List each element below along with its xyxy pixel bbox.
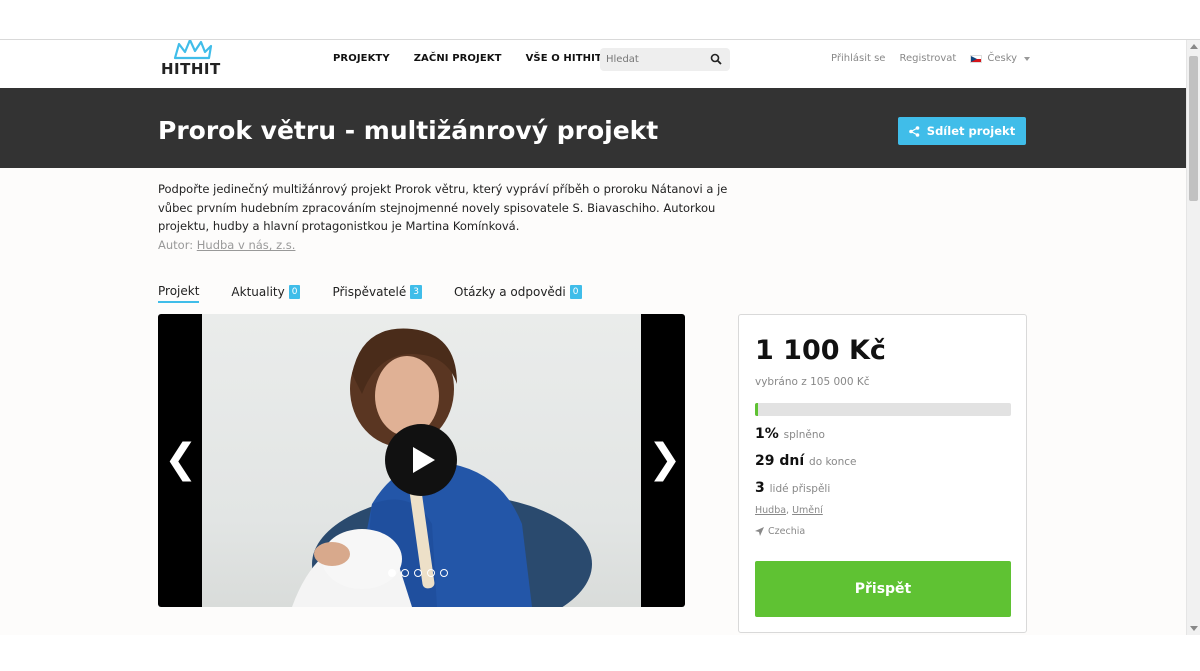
project-categories: Hudba, Umění [755, 505, 823, 516]
czech-flag-icon [970, 54, 983, 63]
percent-value: 1% [755, 426, 779, 442]
backers-value: 3 [755, 480, 765, 496]
nav-link-projekty[interactable]: PROJEKTY [333, 53, 390, 64]
page-scrollbar[interactable] [1186, 40, 1200, 635]
tab-count-badge: 3 [410, 285, 422, 299]
account-links: Přihlásit se Registrovat Česky [831, 53, 1031, 64]
author-label: Autor: [158, 238, 194, 252]
carousel-dot[interactable] [401, 569, 409, 577]
tab-aktuality[interactable]: Aktuality 0 [231, 284, 301, 303]
funding-progress-fill [755, 403, 759, 416]
project-header: Prorok větru - multižánrový projekt Sdíl… [0, 88, 1186, 168]
scrollbar-thumb[interactable] [1189, 56, 1198, 201]
share-project-button[interactable]: Sdílet projekt [898, 117, 1026, 145]
project-description: Podpořte jedinečný multižánrový projekt … [158, 182, 728, 233]
caret-down-icon [1024, 56, 1031, 61]
funding-goal: vybráno z 105 000 Kč [755, 376, 870, 388]
funding-card: 1 100 Kč vybráno z 105 000 Kč 1% splněno… [738, 314, 1027, 633]
project-tabs: Projekt Aktuality 0 Přispěvatelé 3 Otázk… [158, 284, 582, 303]
location-label: Czechia [768, 526, 806, 537]
main-nav: PROJEKTY ZAČNI PROJEKT VŠE O HITHIT [333, 53, 602, 64]
language-label: Česky [987, 53, 1018, 64]
crown-logo-icon [173, 40, 213, 60]
tab-label: Projekt [158, 284, 200, 298]
days-label: do konce [809, 456, 857, 468]
tab-label: Aktuality [231, 285, 285, 299]
days-stat: 29 dní do konce [755, 453, 856, 469]
carousel-dot[interactable] [440, 569, 448, 577]
logo-text: HITHIT [161, 60, 221, 78]
search-input[interactable] [600, 48, 704, 71]
tab-projekt[interactable]: Projekt [158, 284, 200, 303]
percent-stat: 1% splněno [755, 426, 825, 442]
backers-stat: 3 lidé přispěli [755, 480, 830, 496]
project-title: Prorok větru - multižánrový projekt [158, 116, 659, 145]
backers-label: lidé přispěli [769, 483, 831, 495]
tab-otazky-a-odpovedi[interactable]: Otázky a odpovědi 0 [454, 284, 582, 303]
carousel-dot[interactable] [427, 569, 435, 577]
play-video-button[interactable] [385, 424, 457, 496]
nav-link-vse-o-hithit[interactable]: VŠE O HITHIT [526, 53, 602, 64]
language-selector[interactable]: Česky [970, 53, 1031, 64]
tab-label: Přispěvatelé [332, 285, 407, 299]
carousel-prev-arrow-icon[interactable]: ❮ [164, 434, 198, 484]
tab-count-badge: 0 [569, 285, 582, 299]
project-location: Czechia [755, 526, 805, 537]
share-icon [908, 125, 920, 137]
carousel-dot[interactable] [414, 569, 422, 577]
author-line: Autor: Hudba v nás, z.s. [158, 238, 295, 252]
browser-bottom-strip [0, 635, 1200, 671]
tab-prispevatele[interactable]: Přispěvatelé 3 [332, 284, 422, 303]
author-link[interactable]: Hudba v nás, z.s. [197, 238, 296, 252]
carousel-next-arrow-icon[interactable]: ❯ [648, 434, 682, 484]
category-link-hudba[interactable]: Hudba [755, 505, 786, 516]
location-arrow-icon [755, 527, 764, 536]
nav-link-zacni-projekt[interactable]: ZAČNI PROJEKT [414, 53, 502, 64]
category-link-umeni[interactable]: Umění [792, 505, 823, 516]
tab-label: Otázky a odpovědi [454, 285, 566, 299]
percent-label: splněno [783, 429, 825, 441]
login-link[interactable]: Přihlásit se [831, 53, 885, 64]
media-carousel: ❮ ❯ [158, 314, 685, 607]
scroll-down-arrow-icon[interactable] [1190, 626, 1198, 631]
navbar: HITHIT PROJEKTY ZAČNI PROJEKT VŠE O HITH… [0, 40, 1186, 88]
carousel-dot[interactable] [388, 569, 396, 577]
carousel-dots [388, 569, 448, 577]
register-link[interactable]: Registrovat [899, 53, 956, 64]
main-content: Podpořte jedinečný multižánrový projekt … [0, 168, 1186, 671]
hithit-logo[interactable]: HITHIT [161, 40, 231, 86]
raised-amount: 1 100 Kč [755, 335, 886, 366]
search-icon[interactable] [710, 53, 722, 65]
scroll-up-arrow-icon[interactable] [1190, 44, 1198, 49]
days-value: 29 dní [755, 453, 805, 469]
browser-top-strip [0, 0, 1200, 40]
share-label: Sdílet projekt [926, 124, 1016, 138]
funding-progress-bar [755, 403, 1011, 416]
search-box [600, 48, 730, 71]
contribute-button[interactable]: Přispět [755, 561, 1011, 617]
tab-count-badge: 0 [288, 285, 301, 299]
